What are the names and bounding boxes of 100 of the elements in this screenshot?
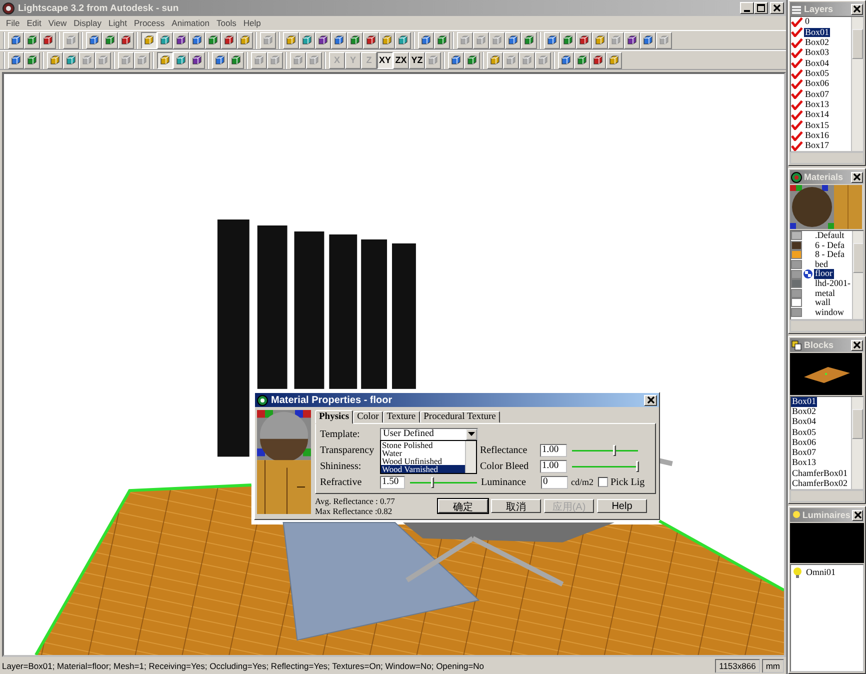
menu-item[interactable]: Edit (26, 18, 42, 28)
minimize-button[interactable] (740, 2, 754, 14)
checkmark-icon[interactable] (791, 110, 803, 120)
material-item[interactable]: 8 - Defa (814, 250, 846, 260)
menu-item[interactable]: Help (243, 18, 261, 28)
checkmark-icon[interactable] (791, 38, 803, 48)
menu-item[interactable]: Animation (172, 18, 210, 28)
dialog-button[interactable]: Help (597, 499, 647, 513)
dropdown-option[interactable]: Water (381, 449, 465, 457)
close-icon (854, 511, 862, 519)
layer-item[interactable]: Box02 (804, 38, 830, 48)
material-item[interactable]: 6 - Defa (814, 240, 846, 250)
checkmark-icon[interactable] (791, 120, 803, 130)
checkmark-icon[interactable] (791, 27, 803, 38)
layer-item[interactable]: Box06 (804, 79, 830, 89)
block-item[interactable]: Box13 (791, 458, 818, 469)
checkmark-icon[interactable] (791, 48, 803, 58)
menu-item[interactable]: Display (74, 18, 102, 28)
dropdown-option[interactable]: Wood Varnished (381, 465, 465, 473)
block-item[interactable]: Box02 (791, 407, 818, 418)
menu-item[interactable]: Process (134, 18, 165, 28)
dialog-button[interactable]: 取消 (491, 499, 541, 513)
checkmark-icon[interactable] (791, 140, 803, 151)
block-item[interactable]: Box06 (791, 438, 818, 448)
3d-viewport[interactable] (2, 72, 786, 657)
layer-item[interactable]: Box04 (804, 58, 830, 68)
close-icon (853, 173, 861, 181)
checkmark-icon[interactable] (791, 100, 803, 110)
menu-item[interactable]: File (6, 18, 20, 28)
horizontal-scrollbar[interactable] (790, 320, 864, 332)
block-item[interactable]: Box05 (791, 428, 818, 438)
layer-item[interactable]: Box15 (804, 120, 830, 130)
maximize-button[interactable] (754, 2, 768, 14)
color-bleed-field[interactable]: 1.00 (540, 460, 567, 472)
luminaire-item[interactable]: Omni01 (805, 568, 837, 578)
block-item[interactable]: Box07 (791, 448, 818, 458)
block-item[interactable]: ChamferBox01 (791, 468, 848, 479)
dropdown-option[interactable]: Wood Unfinished (381, 457, 465, 465)
tab[interactable]: Procedural Texture (420, 411, 500, 423)
material-item[interactable]: .Default (814, 231, 846, 241)
layer-item[interactable]: Box16 (804, 130, 830, 140)
toolbar-button[interactable] (141, 32, 157, 48)
material-item[interactable]: metal (814, 288, 836, 298)
checkmark-icon[interactable] (791, 58, 803, 68)
tab[interactable]: Texture (382, 411, 420, 423)
material-item[interactable]: window (814, 308, 845, 318)
toolbar-button[interactable]: ZX (393, 52, 409, 68)
vertical-scrollbar[interactable] (851, 397, 863, 489)
toolbar-button[interactable]: YZ (409, 52, 425, 68)
vertical-scrollbar[interactable] (852, 231, 863, 319)
layer-item[interactable]: Box03 (804, 48, 830, 58)
checkmark-icon[interactable] (791, 130, 803, 141)
layer-item[interactable]: Box07 (804, 90, 830, 100)
checkmark-icon[interactable] (791, 68, 803, 79)
layer-item[interactable]: Box14 (804, 110, 830, 120)
tab[interactable]: Color (353, 411, 383, 423)
cube-icon (381, 34, 393, 46)
checkmark-icon[interactable] (791, 89, 803, 100)
material-item[interactable]: lhd-2001- (814, 279, 852, 289)
layer-item[interactable]: Box01 (804, 28, 830, 38)
field-label: Color Bleed (480, 460, 530, 472)
material-item[interactable]: bed (814, 260, 829, 270)
layer-item[interactable]: Box05 (804, 68, 830, 78)
dialog-button[interactable]: 确定 (438, 499, 488, 513)
cube-icon (521, 54, 533, 66)
layer-item[interactable]: Box17 (804, 141, 830, 151)
material-item[interactable]: floor (814, 269, 834, 279)
layer-item[interactable]: 0 (804, 17, 810, 27)
checkmark-icon[interactable] (791, 79, 803, 90)
block-item[interactable]: Box04 (791, 417, 818, 428)
cube-icon (365, 34, 377, 46)
cube-icon (26, 54, 38, 66)
toolbar-button[interactable]: XY (377, 52, 393, 68)
checkbox[interactable] (598, 477, 608, 487)
vertical-scrollbar[interactable] (851, 17, 863, 151)
toolbar-button[interactable] (157, 52, 173, 68)
cube-icon (301, 34, 313, 46)
checkmark-icon[interactable] (791, 17, 803, 28)
dropdown-option[interactable]: Stone Polished (381, 441, 465, 449)
luminance-field[interactable]: 0 (541, 476, 568, 488)
menu-item[interactable]: Tools (216, 18, 236, 28)
close-button[interactable] (852, 510, 863, 520)
block-item[interactable]: ChamferBox02 (791, 478, 848, 489)
horizontal-scrollbar[interactable] (790, 490, 864, 502)
reflectance-field[interactable]: 1.00 (540, 444, 567, 456)
block-item[interactable]: Box01 (791, 397, 818, 408)
refractive-field[interactable]: 1.50 (380, 476, 405, 488)
tab[interactable]: Physics (315, 410, 354, 424)
cube-icon (65, 54, 77, 66)
template-dropdown[interactable]: User Defined (380, 428, 478, 440)
vertical-scrollbar[interactable] (465, 441, 476, 473)
material-item[interactable]: wall (814, 298, 832, 308)
cube-icon (81, 54, 93, 66)
cube-icon (642, 34, 654, 46)
menu-item[interactable]: Light (108, 18, 127, 28)
cube-icon (475, 34, 487, 46)
cube-icon (466, 54, 478, 66)
horizontal-scrollbar[interactable] (790, 152, 864, 164)
menu-item[interactable]: View (48, 18, 67, 28)
layer-item[interactable]: Box13 (804, 100, 830, 110)
